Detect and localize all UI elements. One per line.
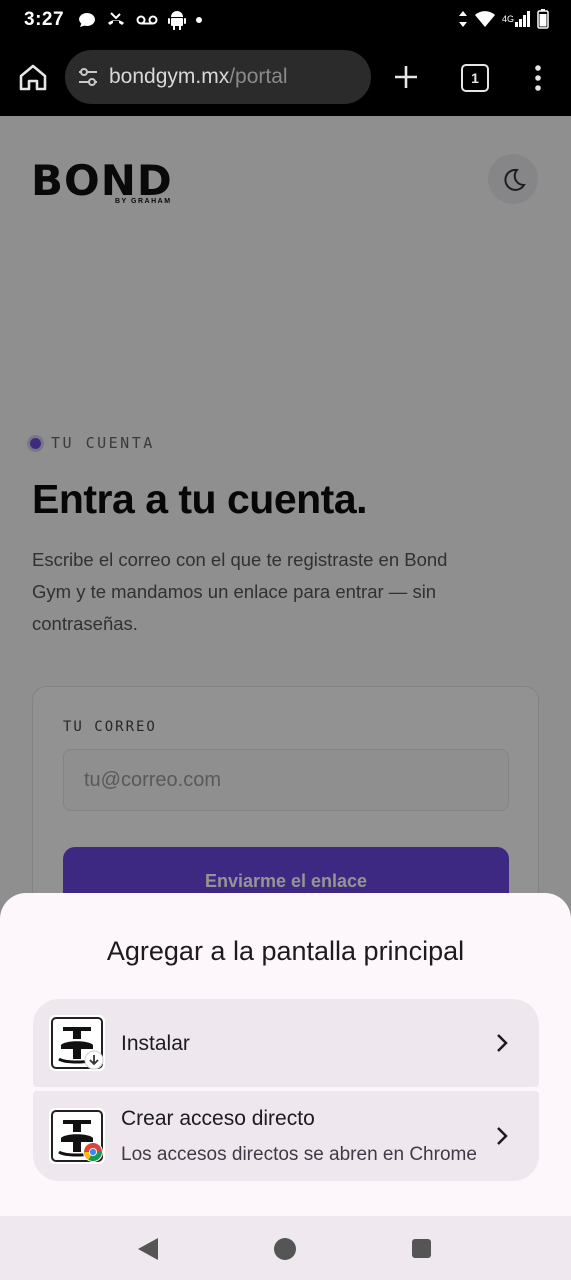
home-nav-button[interactable] [274,1238,296,1260]
app-icon [49,1108,105,1164]
create-shortcut-label: Crear acceso directo [121,1107,315,1130]
overflow-menu-button[interactable] [528,62,548,94]
status-bar: 3:27 4G [0,0,571,40]
more-vert-icon [535,65,541,91]
battery-icon [537,9,549,29]
android-icon [168,10,186,30]
system-nav-bar [0,1216,571,1280]
app-icon [49,1015,105,1071]
url-path: /portal [229,65,288,88]
create-shortcut-sublabel: Los accesos directos se abren en Chrome [121,1144,477,1165]
wifi-icon [474,10,496,28]
home-icon [19,64,47,91]
url-host: bondgym.mx [109,65,230,88]
plus-icon [395,66,417,88]
missed-call-icon [106,11,126,29]
tab-switcher-button[interactable]: 1 [461,64,489,92]
status-time: 3:27 [24,9,65,30]
back-button[interactable] [136,1236,160,1267]
back-triangle-icon [138,1238,158,1260]
add-to-home-sheet: Agregar a la pantalla principal Instalar [0,893,571,1216]
chevron-right-icon [495,1033,509,1058]
install-label: Instalar [121,1032,190,1055]
sheet-title: Agregar a la pantalla principal [106,936,465,966]
home-button[interactable] [14,58,52,96]
recents-button[interactable] [412,1239,431,1258]
create-shortcut-option[interactable]: Crear acceso directo Los accesos directo… [33,1091,539,1181]
new-tab-button[interactable] [389,60,423,94]
browser-toolbar: bondgym.mx/portal 1 [0,40,571,116]
url-text: bondgym.mx/portal [109,65,288,89]
voicemail-icon [136,13,158,27]
address-bar[interactable]: bondgym.mx/portal [65,50,371,104]
chevron-right-icon [495,1126,509,1151]
dot-icon [196,17,202,23]
data-transfer-icon [458,10,468,28]
4g-signal-icon: 4G [502,11,531,27]
site-settings-icon[interactable] [77,66,99,93]
install-option[interactable]: Instalar [33,999,539,1087]
chat-bubble-icon [78,11,96,29]
